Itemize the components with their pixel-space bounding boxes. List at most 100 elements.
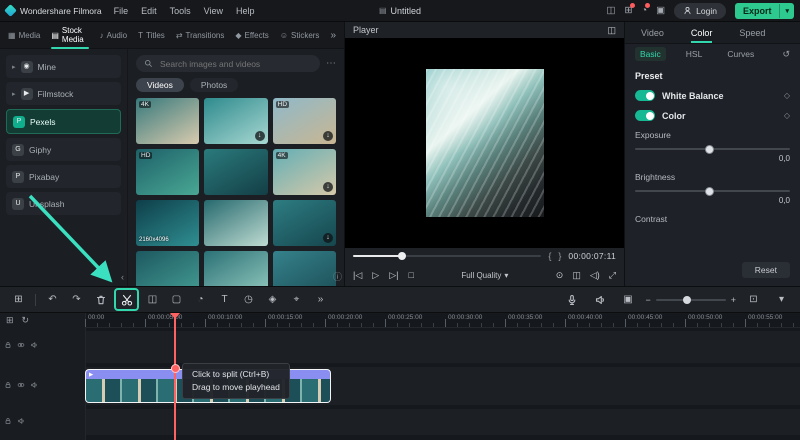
zoom-in-button[interactable]: + [731, 295, 736, 305]
mark-out-icon[interactable]: } [558, 251, 561, 261]
download-icon[interactable]: ↓ [322, 131, 333, 141]
text-button[interactable]: T [214, 290, 235, 310]
seek-bar[interactable] [353, 252, 542, 261]
download-icon[interactable]: ↓ [322, 233, 333, 243]
mark-in-icon[interactable]: { [548, 251, 551, 261]
sidebar-item-unsplash[interactable]: U Unsplash [6, 192, 121, 215]
crop-button[interactable]: ▢ [166, 290, 187, 310]
audio-mute-button[interactable] [589, 290, 610, 310]
export-button[interactable]: Export ▾ [734, 2, 794, 19]
stock-video-thumb[interactable]: HD [136, 149, 200, 195]
playhead-line[interactable] [174, 313, 176, 440]
slider-thumb[interactable] [704, 186, 714, 196]
screen-share-icon[interactable]: ⊞ [624, 2, 636, 16]
search-bar[interactable] [136, 55, 320, 72]
zoom-out-button[interactable]: − [645, 295, 650, 305]
tab-titles[interactable]: T Titles [138, 26, 165, 45]
duration-button[interactable]: ◷ [238, 290, 259, 310]
tab-stock-media[interactable]: ▤ Stock Media [51, 21, 89, 49]
speaker-icon[interactable] [30, 341, 38, 349]
advanced-split-button[interactable]: ◫ [142, 290, 163, 310]
lock-icon[interactable] [4, 381, 12, 389]
track-empty-2[interactable] [85, 409, 800, 435]
track-nav-icon[interactable]: ↻ [22, 315, 30, 326]
redo-button[interactable]: ↷ [66, 290, 87, 310]
split-button[interactable] [114, 288, 139, 311]
login-button[interactable]: Login [674, 2, 726, 19]
info-icon[interactable]: ⓘ [333, 270, 342, 283]
stock-video-thumb[interactable] [136, 251, 200, 286]
zoom-slider[interactable] [655, 295, 726, 304]
stock-tab-videos[interactable]: Videos [136, 78, 184, 92]
stock-tab-photos[interactable]: Photos [189, 78, 239, 92]
tab-media[interactable]: ▦ Media [8, 26, 40, 45]
speed-button[interactable]: ◔ [190, 290, 211, 310]
sidebar-item-pexels[interactable]: P Pexels [6, 109, 121, 134]
speaker-icon[interactable] [30, 381, 38, 389]
stock-video-thumb[interactable] [204, 149, 268, 195]
quality-dropdown[interactable]: Full Quality ▾ [461, 271, 508, 280]
menu-edit[interactable]: Edit [141, 6, 157, 16]
play-button[interactable]: ▷ [372, 270, 379, 280]
panel-tab-video[interactable]: Video [641, 23, 664, 43]
playhead-handle[interactable] [170, 364, 180, 373]
marker-button[interactable]: ⌖ [286, 290, 307, 310]
sidebar-item-giphy[interactable]: G Giphy [6, 138, 121, 161]
seek-handle[interactable] [397, 252, 406, 261]
mini-player-button[interactable]: ◫ [572, 270, 581, 280]
slider-track[interactable] [635, 144, 790, 154]
fit-timeline-button[interactable]: ⊡ [743, 290, 764, 310]
stock-video-thumb[interactable] [204, 200, 268, 246]
notifications-icon[interactable]: ◔ [641, 2, 651, 16]
more-tools-button[interactable]: » [310, 290, 331, 310]
workspace-layout-button[interactable]: ⊞ [8, 290, 29, 310]
track-empty-1[interactable] [85, 331, 800, 363]
eye-icon[interactable] [17, 341, 25, 349]
export-caret-icon[interactable]: ▾ [779, 3, 794, 18]
render-preview-button[interactable]: ▣ [617, 290, 638, 310]
download-icon[interactable]: ↓ [322, 182, 333, 192]
tab-stickers[interactable]: ☺ Stickers [280, 26, 320, 45]
delete-button[interactable] [90, 290, 111, 310]
slider-track[interactable] [635, 186, 790, 196]
history-icon[interactable]: ↺ [782, 49, 790, 60]
tab-transitions[interactable]: ⇄ Transitions [176, 26, 225, 45]
toggle-switch-on[interactable] [635, 90, 655, 101]
tab-audio[interactable]: ♪ Audio [100, 26, 127, 45]
keyframe-diamond-icon[interactable]: ◇ [784, 111, 790, 120]
subtab-curves[interactable]: Curves [722, 47, 759, 61]
download-icon[interactable]: ↓ [254, 131, 265, 141]
stock-video-thumb[interactable]: ↓ [272, 200, 336, 246]
undo-button[interactable]: ↶ [42, 290, 63, 310]
lock-icon[interactable] [4, 417, 12, 425]
speaker-icon[interactable] [17, 417, 25, 425]
keyframe-button[interactable]: ◈ [262, 290, 283, 310]
stock-video-thumb[interactable] [204, 251, 268, 286]
tab-effects[interactable]: ◆ Effects [235, 26, 268, 45]
stock-video-thumb[interactable]: 4K [136, 98, 200, 144]
layout-switch-icon[interactable]: ◫ [606, 6, 615, 16]
stock-video-thumb[interactable]: 4K ↓ [272, 149, 336, 195]
sidebar-item-filmstock[interactable]: ▸ ▶ Filmstock [6, 82, 121, 105]
store-icon[interactable]: ▣ [656, 6, 665, 16]
add-track-icon[interactable]: ⊞ [6, 315, 14, 326]
zoom-slider-handle[interactable] [683, 295, 692, 304]
panel-tab-color[interactable]: Color [690, 23, 712, 43]
stock-video-thumb[interactable]: HD ↓ [272, 98, 336, 144]
panel-tab-speed[interactable]: Speed [739, 23, 765, 43]
timeline-options-icon[interactable]: ▾ [771, 290, 792, 310]
volume-button[interactable]: ◁) [590, 270, 600, 280]
collapse-sidebar-button[interactable]: ‹ [121, 272, 124, 282]
lock-icon[interactable] [4, 341, 12, 349]
playhead-head[interactable] [170, 313, 180, 319]
reset-button[interactable]: Reset [741, 262, 790, 278]
search-input[interactable] [158, 57, 312, 70]
keyframe-diamond-icon[interactable]: ◇ [784, 91, 790, 100]
more-tabs-icon[interactable]: » [330, 30, 336, 41]
subtab-hsl[interactable]: HSL [681, 47, 708, 61]
stock-video-thumb[interactable]: ↓ [204, 98, 268, 144]
menu-view[interactable]: View [204, 6, 223, 16]
snapshot-button[interactable]: ⊙ [556, 270, 564, 280]
slider-thumb[interactable] [704, 144, 714, 154]
next-frame-button[interactable]: ▷| [389, 270, 398, 280]
